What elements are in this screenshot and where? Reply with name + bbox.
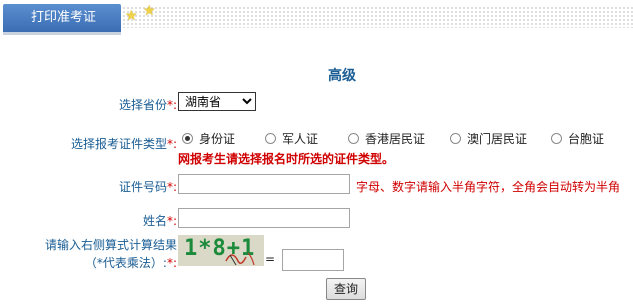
id-number-label-text: 证件号码	[118, 180, 167, 194]
captcha-label-line2: （*代表乘法）:	[84, 256, 167, 270]
id-number-input[interactable]	[178, 174, 350, 194]
captcha-noise	[225, 252, 255, 266]
name-label: 姓名*:	[120, 212, 177, 229]
required-marker: *:	[166, 256, 177, 270]
radio-id-card[interactable]: 身份证	[182, 130, 235, 147]
cert-type-label-text: 选择报考证件类型	[70, 137, 167, 151]
radio-label: 澳门居民证	[467, 132, 528, 146]
radio-dot[interactable]	[265, 133, 276, 144]
cert-type-label: 选择报考证件类型*:	[40, 135, 177, 152]
required-marker: *:	[166, 98, 177, 112]
radio-label: 身份证	[199, 132, 236, 146]
equals-sign: =	[265, 252, 276, 266]
province-label-text: 选择省份	[118, 98, 167, 112]
tab-print-admission[interactable]: 打印准考证	[3, 4, 121, 32]
province-label: 选择省份*:	[107, 96, 177, 113]
radio-dot[interactable]	[348, 133, 359, 144]
required-marker: *:	[166, 214, 177, 228]
radio-dot[interactable]	[450, 133, 461, 144]
query-button[interactable]: 查询	[326, 278, 366, 300]
radio-label: 台胞证	[568, 132, 605, 146]
captcha-label-line1: 请输入右侧算式计算结果	[44, 238, 177, 252]
radio-dot[interactable]	[551, 133, 562, 144]
radio-label: 香港居民证	[365, 132, 426, 146]
tab-bar: 打印准考证 ★ ★	[0, 0, 633, 35]
id-number-label: 证件号码*:	[100, 178, 177, 195]
tab-shadow	[3, 32, 121, 35]
cert-type-warning: 网报考生请选择报名时所选的证件类型。	[178, 152, 395, 166]
dotted-divider	[122, 6, 633, 28]
captcha-label: 请输入右侧算式计算结果 （*代表乘法）:*:	[30, 236, 177, 272]
id-number-hint: 字母、数字请输入半角字符，全角会自动转为半角	[356, 180, 621, 194]
captcha-image[interactable]: 1*8+1	[178, 235, 264, 266]
radio-military[interactable]: 军人证	[265, 130, 318, 147]
page-title: 高级	[328, 68, 356, 84]
radio-macau[interactable]: 澳门居民证	[450, 130, 527, 147]
captcha-answer-input[interactable]	[282, 249, 344, 271]
star-icon: ★	[125, 8, 138, 24]
required-marker: *:	[166, 137, 177, 151]
star-icon: ★	[143, 3, 156, 19]
province-select[interactable]: 湖南省	[178, 92, 256, 111]
name-label-text: 姓名	[142, 214, 167, 228]
radio-taiwan[interactable]: 台胞证	[551, 130, 604, 147]
required-marker: *:	[166, 180, 177, 194]
radio-dot[interactable]	[182, 133, 193, 144]
name-input[interactable]	[178, 208, 350, 228]
radio-label: 军人证	[282, 132, 319, 146]
radio-hongkong[interactable]: 香港居民证	[348, 130, 425, 147]
